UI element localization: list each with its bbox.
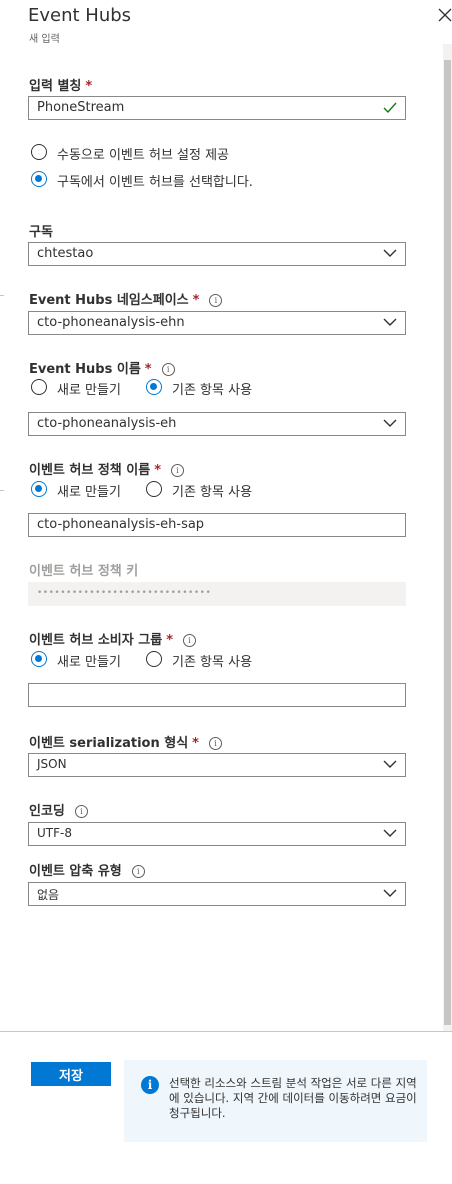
checkmark-icon bbox=[383, 102, 397, 114]
radio-policy-new[interactable] bbox=[31, 481, 47, 497]
consumer-group-input[interactable] bbox=[28, 683, 406, 707]
policy-key-label: 이벤트 허브 정책 키 bbox=[29, 564, 139, 579]
footer-divider bbox=[0, 1031, 452, 1032]
hub-name-option-new[interactable]: 새로 만들기 bbox=[29, 379, 139, 399]
radio-manual[interactable] bbox=[31, 144, 47, 160]
chevron-down-icon bbox=[383, 889, 397, 897]
source-option-manual[interactable]: 수동으로 이벤트 허브 설정 제공 bbox=[29, 144, 409, 164]
radio-subscription[interactable] bbox=[31, 171, 47, 187]
info-icon[interactable]: i bbox=[183, 634, 196, 647]
consumer-group-option-new[interactable]: 새로 만들기 bbox=[29, 651, 139, 671]
hub-name-dropdown[interactable]: cto-phoneanalysis-eh bbox=[28, 412, 406, 436]
alias-value: PhoneStream bbox=[37, 100, 125, 115]
chevron-down-icon bbox=[383, 760, 397, 768]
chevron-down-icon bbox=[383, 249, 397, 257]
consumer-group-label: 이벤트 허브 소비자 그룹 * i bbox=[29, 629, 196, 648]
namespace-dropdown[interactable]: cto-phoneanalysis-ehn bbox=[28, 311, 406, 335]
policy-option-new[interactable]: 새로 만들기 bbox=[29, 481, 139, 501]
save-button[interactable]: 저장 bbox=[31, 1062, 111, 1086]
radio-policy-existing[interactable] bbox=[146, 481, 162, 497]
chevron-down-icon bbox=[383, 318, 397, 326]
radio-hub-new[interactable] bbox=[31, 379, 47, 395]
subscription-label: 구독 bbox=[29, 225, 53, 240]
encoding-label: 인코딩 i bbox=[29, 800, 88, 819]
hub-name-label: Event Hubs 이름 * i bbox=[29, 358, 175, 377]
info-icon: i bbox=[141, 1076, 159, 1094]
consumer-group-option-existing[interactable]: 기존 항목 사용 bbox=[144, 651, 284, 671]
info-icon[interactable]: i bbox=[208, 737, 222, 750]
chevron-down-icon bbox=[383, 419, 397, 427]
panel-title: Event Hubs bbox=[28, 5, 132, 26]
encoding-dropdown[interactable]: UTF-8 bbox=[28, 822, 406, 846]
close-icon[interactable] bbox=[436, 6, 452, 24]
policy-key-input: •••••••••••••••••••••••••••••• bbox=[28, 582, 406, 606]
compression-label: 이벤트 압축 유형 i bbox=[29, 860, 145, 879]
hub-name-option-existing[interactable]: 기존 항목 사용 bbox=[144, 379, 284, 399]
info-icon[interactable]: i bbox=[74, 805, 88, 818]
policy-option-existing[interactable]: 기존 항목 사용 bbox=[144, 481, 284, 501]
radio-hub-existing[interactable] bbox=[146, 379, 162, 395]
chevron-down-icon bbox=[383, 829, 397, 837]
info-icon[interactable]: i bbox=[131, 865, 145, 878]
info-icon[interactable]: i bbox=[171, 464, 185, 477]
alias-label: 입력 별칭 * bbox=[29, 79, 93, 94]
panel-subtitle: 새 입력 bbox=[29, 34, 60, 45]
radio-consumer-new[interactable] bbox=[31, 651, 47, 667]
source-option-subscription[interactable]: 구독에서 이벤트 허브를 선택합니다. bbox=[29, 171, 409, 191]
scrollbar-thumb[interactable] bbox=[444, 60, 451, 1025]
left-edge-marker bbox=[0, 295, 4, 296]
namespace-label: Event Hubs 네임스페이스 * i bbox=[29, 289, 223, 308]
region-warning-message: i 선택한 리소스와 스트림 분석 작업은 서로 다른 지역에 있습니다. 지역… bbox=[124, 1060, 427, 1142]
serialization-dropdown[interactable]: JSON bbox=[28, 753, 406, 777]
info-icon[interactable]: i bbox=[161, 363, 175, 376]
alias-input[interactable]: PhoneStream bbox=[28, 96, 406, 120]
policy-name-label: 이벤트 허브 정책 이름 * i bbox=[29, 459, 185, 478]
policy-name-input[interactable]: cto-phoneanalysis-eh-sap bbox=[28, 513, 406, 537]
serialization-label: 이벤트 serialization 형식 * i bbox=[29, 732, 222, 751]
subscription-dropdown[interactable]: chtestao bbox=[28, 242, 406, 266]
left-edge-marker bbox=[0, 490, 4, 491]
info-icon[interactable]: i bbox=[209, 294, 223, 307]
region-warning-text: 선택한 리소스와 스트림 분석 작업은 서로 다른 지역에 있습니다. 지역 간… bbox=[169, 1076, 417, 1120]
compression-dropdown[interactable]: 없음 bbox=[28, 882, 406, 906]
radio-consumer-existing[interactable] bbox=[146, 651, 162, 667]
